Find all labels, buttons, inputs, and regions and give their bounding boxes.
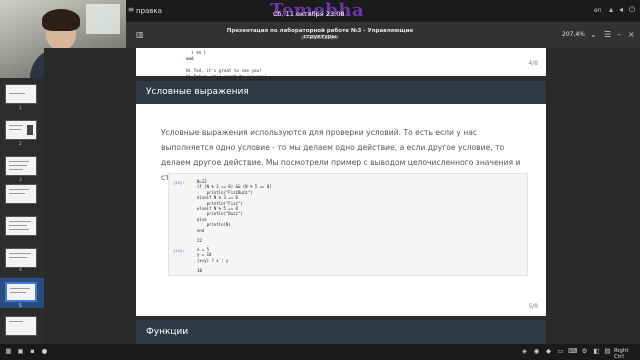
slide-title: Условные выражения (146, 87, 249, 97)
current-slide: Условные выражения Условные выражения ис… (136, 81, 546, 316)
slide-header: Условные выражения (136, 81, 546, 104)
tray-bluetooth-icon[interactable]: ◆ (544, 347, 553, 356)
thumbnail-page-4[interactable] (5, 216, 37, 236)
minimize-icon[interactable]: – (617, 30, 621, 40)
thumbnail-label: 5 (19, 304, 22, 309)
thumbnail-label: 4 (19, 268, 22, 273)
taskbar: ▦ ▣ ▪ ● ◈ ◉ ◆ ▭ ⌨ ⚙ ◧ ▤ Right Ctrl (0, 344, 640, 360)
tray-network-icon[interactable]: ◈ (520, 347, 529, 356)
clock[interactable]: Сб, 11 октября 23:08 (273, 10, 344, 18)
slide-title: Функции (146, 327, 189, 337)
page-number: 4/8 (528, 60, 538, 67)
files-icon[interactable]: ▣ (16, 347, 25, 356)
app-menu-icon[interactable]: ≡ (126, 5, 136, 15)
start-menu-icon[interactable]: ▦ (4, 347, 13, 356)
menu-icon[interactable]: ☰ (604, 30, 611, 40)
slide-header: Функции (136, 320, 546, 344)
thumbnail-page-3[interactable] (5, 156, 37, 176)
keyboard-layout-indicator[interactable]: en (594, 7, 602, 14)
thumbnail-page-2[interactable] (5, 120, 37, 140)
tray-display-icon[interactable]: ▭ (556, 347, 565, 356)
page-number: 5/8 (528, 303, 538, 310)
close-icon[interactable]: × (628, 30, 635, 40)
sidebar-toggle-icon[interactable]: ▥ (136, 30, 144, 40)
code-notebook: [23]: N=22 if (N % 3 == 0) && (N % 5 == … (168, 173, 528, 276)
tray-share-icon[interactable]: ◧ (592, 347, 601, 356)
cell-prompt: [23]: (173, 180, 185, 185)
next-slide: Функции (136, 320, 546, 344)
cell-code: x = 5 y = 10 (x>y) ? x : y (197, 247, 229, 263)
thumbnail-page-3b[interactable] (5, 184, 37, 204)
network-icon[interactable]: ▴ (606, 5, 616, 15)
tray-host-icon[interactable]: ▤ (603, 347, 612, 356)
power-icon[interactable]: ⏻ (627, 5, 637, 15)
chevron-down-icon[interactable]: ⌄ (590, 30, 597, 40)
document-viewer[interactable]: } ≡≡ } end Hi Ted, it's great to see you… (44, 48, 640, 344)
thumbnail-label: 1 (19, 106, 22, 111)
previous-page: } ≡≡ } end Hi Ted, it's great to see you… (136, 48, 546, 79)
thumbnail-label: 3 (19, 178, 22, 183)
thumbnail-label: 2 (19, 142, 22, 147)
document-filename: presentation.pdf (301, 36, 339, 41)
cell-prompt: [24]: (173, 248, 185, 253)
thumbnail-page-1[interactable] (5, 84, 37, 104)
edit-menu[interactable]: правка (136, 7, 162, 15)
browser-icon[interactable]: ● (40, 347, 49, 356)
previous-page-code: } ≡≡ } end Hi Ted, it's great to see you… (186, 50, 267, 79)
thumbnail-page-5[interactable] (5, 282, 37, 302)
cell-output: 10 (197, 268, 203, 273)
zoom-level[interactable]: 207,4% (562, 31, 585, 38)
host-key-label: Right Ctrl (614, 348, 629, 360)
thumbnail-page-6[interactable] (5, 316, 37, 336)
thumbnail-page-4b[interactable] (5, 248, 37, 268)
cell-output: 22 (197, 238, 203, 243)
tray-keyboard-icon[interactable]: ⌨ (568, 347, 577, 356)
volume-icon[interactable]: ◂ (616, 5, 626, 15)
tray-volume-icon[interactable]: ◉ (532, 347, 541, 356)
screen: правка ≡ Temebha Сб, 11 октября 23:08 en… (0, 0, 640, 360)
thumbnail-sidebar: 1 2 3 4 5 (0, 78, 44, 344)
cell-code: N=22 if (N % 3 == 0) && (N % 5 == 0) pri… (197, 179, 272, 233)
terminal-icon[interactable]: ▪ (28, 347, 37, 356)
tray-usb-icon[interactable]: ⚙ (580, 347, 589, 356)
